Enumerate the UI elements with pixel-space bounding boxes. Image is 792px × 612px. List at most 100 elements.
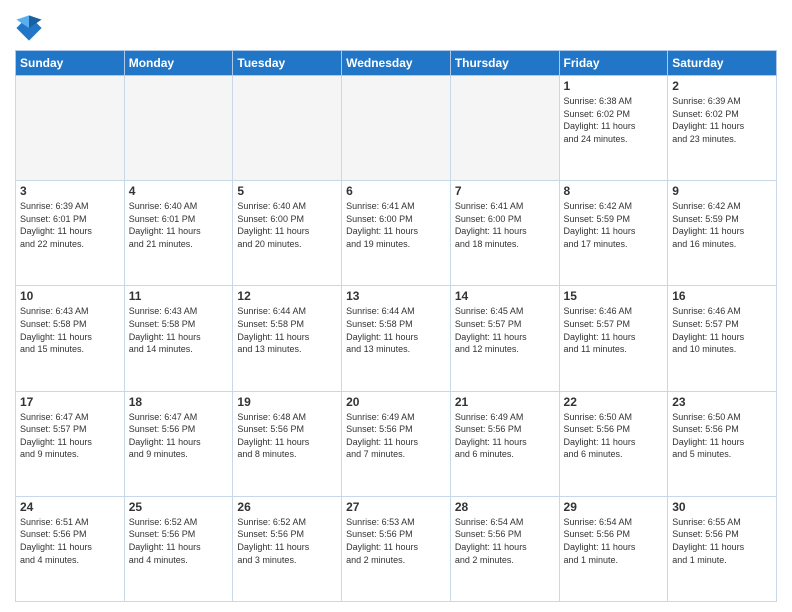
day-number: 7 [455, 184, 555, 198]
cell-content: Sunrise: 6:44 AM Sunset: 5:58 PM Dayligh… [237, 305, 337, 355]
calendar-cell: 2 Sunrise: 6:39 AM Sunset: 6:02 PM Daylig… [668, 76, 777, 181]
calendar-cell: 20 Sunrise: 6:49 AM Sunset: 5:56 PM Dayli… [342, 391, 451, 496]
cell-content: Sunrise: 6:40 AM Sunset: 6:00 PM Dayligh… [237, 200, 337, 250]
page: SundayMondayTuesdayWednesdayThursdayFrid… [0, 0, 792, 612]
day-number: 26 [237, 500, 337, 514]
day-number: 11 [129, 289, 229, 303]
cell-content: Sunrise: 6:41 AM Sunset: 6:00 PM Dayligh… [346, 200, 446, 250]
calendar-cell: 5 Sunrise: 6:40 AM Sunset: 6:00 PM Daylig… [233, 181, 342, 286]
calendar-cell: 4 Sunrise: 6:40 AM Sunset: 6:01 PM Daylig… [124, 181, 233, 286]
cell-content: Sunrise: 6:53 AM Sunset: 5:56 PM Dayligh… [346, 516, 446, 566]
day-number: 15 [564, 289, 664, 303]
calendar-week-2: 10 Sunrise: 6:43 AM Sunset: 5:58 PM Dayli… [16, 286, 777, 391]
day-number: 16 [672, 289, 772, 303]
cell-content: Sunrise: 6:51 AM Sunset: 5:56 PM Dayligh… [20, 516, 120, 566]
calendar: SundayMondayTuesdayWednesdayThursdayFrid… [15, 50, 777, 602]
calendar-cell [124, 76, 233, 181]
calendar-cell: 10 Sunrise: 6:43 AM Sunset: 5:58 PM Dayli… [16, 286, 125, 391]
calendar-cell: 27 Sunrise: 6:53 AM Sunset: 5:56 PM Dayli… [342, 496, 451, 601]
calendar-cell [342, 76, 451, 181]
day-number: 20 [346, 395, 446, 409]
day-number: 13 [346, 289, 446, 303]
day-number: 2 [672, 79, 772, 93]
cell-content: Sunrise: 6:54 AM Sunset: 5:56 PM Dayligh… [455, 516, 555, 566]
calendar-cell: 25 Sunrise: 6:52 AM Sunset: 5:56 PM Dayli… [124, 496, 233, 601]
cell-content: Sunrise: 6:47 AM Sunset: 5:56 PM Dayligh… [129, 411, 229, 461]
calendar-header-thursday: Thursday [450, 51, 559, 76]
cell-content: Sunrise: 6:50 AM Sunset: 5:56 PM Dayligh… [564, 411, 664, 461]
day-number: 9 [672, 184, 772, 198]
calendar-header-tuesday: Tuesday [233, 51, 342, 76]
logo [15, 14, 47, 42]
logo-icon [15, 14, 43, 42]
cell-content: Sunrise: 6:52 AM Sunset: 5:56 PM Dayligh… [129, 516, 229, 566]
calendar-cell: 6 Sunrise: 6:41 AM Sunset: 6:00 PM Daylig… [342, 181, 451, 286]
calendar-cell [450, 76, 559, 181]
calendar-cell: 19 Sunrise: 6:48 AM Sunset: 5:56 PM Dayli… [233, 391, 342, 496]
calendar-cell: 18 Sunrise: 6:47 AM Sunset: 5:56 PM Dayli… [124, 391, 233, 496]
cell-content: Sunrise: 6:52 AM Sunset: 5:56 PM Dayligh… [237, 516, 337, 566]
day-number: 29 [564, 500, 664, 514]
cell-content: Sunrise: 6:49 AM Sunset: 5:56 PM Dayligh… [455, 411, 555, 461]
calendar-header-monday: Monday [124, 51, 233, 76]
day-number: 6 [346, 184, 446, 198]
day-number: 21 [455, 395, 555, 409]
calendar-cell [16, 76, 125, 181]
day-number: 4 [129, 184, 229, 198]
day-number: 24 [20, 500, 120, 514]
day-number: 10 [20, 289, 120, 303]
cell-content: Sunrise: 6:41 AM Sunset: 6:00 PM Dayligh… [455, 200, 555, 250]
day-number: 1 [564, 79, 664, 93]
cell-content: Sunrise: 6:54 AM Sunset: 5:56 PM Dayligh… [564, 516, 664, 566]
day-number: 23 [672, 395, 772, 409]
calendar-cell: 1 Sunrise: 6:38 AM Sunset: 6:02 PM Daylig… [559, 76, 668, 181]
header [15, 10, 777, 42]
cell-content: Sunrise: 6:55 AM Sunset: 5:56 PM Dayligh… [672, 516, 772, 566]
day-number: 3 [20, 184, 120, 198]
calendar-cell: 28 Sunrise: 6:54 AM Sunset: 5:56 PM Dayli… [450, 496, 559, 601]
cell-content: Sunrise: 6:42 AM Sunset: 5:59 PM Dayligh… [564, 200, 664, 250]
cell-content: Sunrise: 6:49 AM Sunset: 5:56 PM Dayligh… [346, 411, 446, 461]
cell-content: Sunrise: 6:42 AM Sunset: 5:59 PM Dayligh… [672, 200, 772, 250]
calendar-header-row: SundayMondayTuesdayWednesdayThursdayFrid… [16, 51, 777, 76]
cell-content: Sunrise: 6:39 AM Sunset: 6:02 PM Dayligh… [672, 95, 772, 145]
calendar-cell: 23 Sunrise: 6:50 AM Sunset: 5:56 PM Dayli… [668, 391, 777, 496]
calendar-cell: 12Sunrise: 6:44 AM Sunset: 5:58 PM Dayli… [233, 286, 342, 391]
cell-content: Sunrise: 6:43 AM Sunset: 5:58 PM Dayligh… [20, 305, 120, 355]
day-number: 17 [20, 395, 120, 409]
calendar-week-3: 17 Sunrise: 6:47 AM Sunset: 5:57 PM Dayli… [16, 391, 777, 496]
cell-content: Sunrise: 6:39 AM Sunset: 6:01 PM Dayligh… [20, 200, 120, 250]
calendar-cell: 30Sunrise: 6:55 AM Sunset: 5:56 PM Dayli… [668, 496, 777, 601]
cell-content: Sunrise: 6:47 AM Sunset: 5:57 PM Dayligh… [20, 411, 120, 461]
calendar-header-wednesday: Wednesday [342, 51, 451, 76]
cell-content: Sunrise: 6:48 AM Sunset: 5:56 PM Dayligh… [237, 411, 337, 461]
calendar-week-4: 24 Sunrise: 6:51 AM Sunset: 5:56 PM Dayli… [16, 496, 777, 601]
day-number: 25 [129, 500, 229, 514]
calendar-cell: 9 Sunrise: 6:42 AM Sunset: 5:59 PM Daylig… [668, 181, 777, 286]
day-number: 8 [564, 184, 664, 198]
day-number: 5 [237, 184, 337, 198]
cell-content: Sunrise: 6:50 AM Sunset: 5:56 PM Dayligh… [672, 411, 772, 461]
cell-content: Sunrise: 6:46 AM Sunset: 5:57 PM Dayligh… [672, 305, 772, 355]
day-number: 14 [455, 289, 555, 303]
calendar-week-0: 1 Sunrise: 6:38 AM Sunset: 6:02 PM Daylig… [16, 76, 777, 181]
day-number: 27 [346, 500, 446, 514]
calendar-cell: 22 Sunrise: 6:50 AM Sunset: 5:56 PM Dayli… [559, 391, 668, 496]
calendar-cell: 17 Sunrise: 6:47 AM Sunset: 5:57 PM Dayli… [16, 391, 125, 496]
day-number: 22 [564, 395, 664, 409]
calendar-cell: 15 Sunrise: 6:46 AM Sunset: 5:57 PM Dayli… [559, 286, 668, 391]
cell-content: Sunrise: 6:40 AM Sunset: 6:01 PM Dayligh… [129, 200, 229, 250]
day-number: 18 [129, 395, 229, 409]
cell-content: Sunrise: 6:44 AM Sunset: 5:58 PM Dayligh… [346, 305, 446, 355]
cell-content: Sunrise: 6:45 AM Sunset: 5:57 PM Dayligh… [455, 305, 555, 355]
calendar-cell: 3 Sunrise: 6:39 AM Sunset: 6:01 PM Daylig… [16, 181, 125, 286]
calendar-header-sunday: Sunday [16, 51, 125, 76]
cell-content: Sunrise: 6:43 AM Sunset: 5:58 PM Dayligh… [129, 305, 229, 355]
cell-content: Sunrise: 6:46 AM Sunset: 5:57 PM Dayligh… [564, 305, 664, 355]
calendar-cell: 16 Sunrise: 6:46 AM Sunset: 5:57 PM Dayli… [668, 286, 777, 391]
day-number: 28 [455, 500, 555, 514]
calendar-cell [233, 76, 342, 181]
calendar-week-1: 3 Sunrise: 6:39 AM Sunset: 6:01 PM Daylig… [16, 181, 777, 286]
cell-content: Sunrise: 6:38 AM Sunset: 6:02 PM Dayligh… [564, 95, 664, 145]
day-number: 19 [237, 395, 337, 409]
